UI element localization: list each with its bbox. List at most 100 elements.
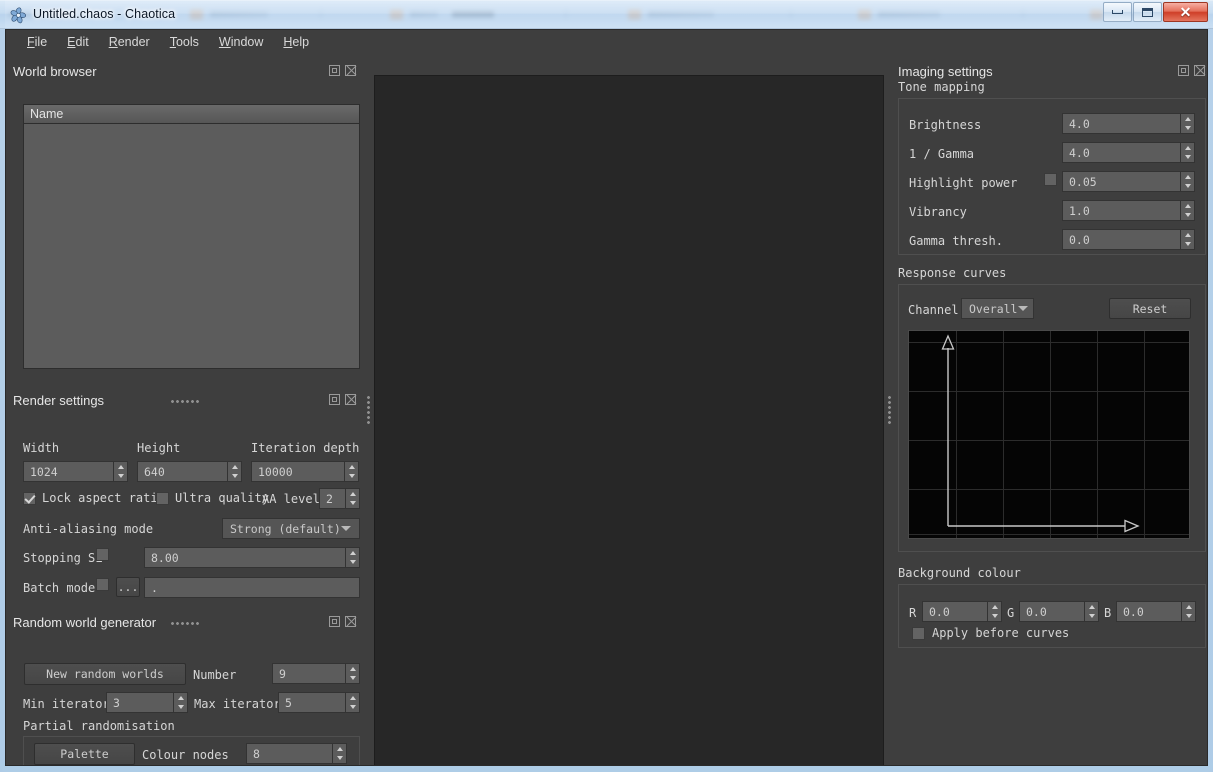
max-iterators-spin-down[interactable] bbox=[346, 703, 359, 713]
colour-nodes-stepper[interactable]: 8 bbox=[246, 743, 347, 764]
colour-nodes-spin-down[interactable] bbox=[333, 754, 346, 764]
number-input[interactable]: 9 bbox=[272, 663, 345, 684]
imaging-settings-close-button[interactable] bbox=[1193, 64, 1206, 77]
brightness-spin-down[interactable] bbox=[1181, 124, 1194, 134]
apply-before-curves-checkbox[interactable]: Apply before curves bbox=[912, 626, 1069, 640]
inv-gamma-spin-buttons[interactable] bbox=[1180, 142, 1195, 163]
render-settings-close-button[interactable] bbox=[344, 393, 357, 406]
palette-button[interactable]: Palette bbox=[34, 743, 135, 765]
width-stepper[interactable]: 1024 bbox=[23, 461, 128, 482]
highlight-power-spin-buttons[interactable] bbox=[1180, 171, 1195, 192]
number-stepper[interactable]: 9 bbox=[272, 663, 360, 684]
bg-b-input[interactable]: 0.0 bbox=[1116, 601, 1181, 622]
iteration-depth-spin-buttons[interactable] bbox=[344, 461, 359, 482]
max-iterators-spin-up[interactable] bbox=[346, 693, 359, 703]
menu-file[interactable]: File bbox=[17, 33, 57, 51]
minimize-button[interactable] bbox=[1103, 2, 1132, 22]
checkbox-icon[interactable] bbox=[912, 627, 925, 640]
stopping-sl-spin-down[interactable] bbox=[346, 558, 359, 568]
aa-level-stepper[interactable]: 2 bbox=[319, 488, 360, 509]
new-random-worlds-button[interactable]: New random worlds bbox=[24, 663, 186, 685]
ultra-quality-checkbox[interactable]: Ultra quality bbox=[156, 491, 269, 505]
min-iterators-spin-up[interactable] bbox=[174, 693, 187, 703]
bg-g-stepper[interactable]: 0.0 bbox=[1019, 601, 1099, 622]
width-input[interactable]: 1024 bbox=[23, 461, 113, 482]
reset-curves-button[interactable]: Reset bbox=[1109, 298, 1191, 319]
min-iterators-input[interactable]: 3 bbox=[106, 692, 173, 713]
colour-nodes-spin-buttons[interactable] bbox=[332, 743, 347, 764]
colour-nodes-spin-up[interactable] bbox=[333, 744, 346, 754]
render-settings-float-button[interactable] bbox=[328, 393, 341, 406]
highlight-power-spin-down[interactable] bbox=[1181, 182, 1194, 192]
max-iterators-stepper[interactable]: 5 bbox=[278, 692, 360, 713]
aa-level-spin-down[interactable] bbox=[346, 499, 359, 509]
gamma-thresh-stepper[interactable]: 0.0 bbox=[1062, 229, 1195, 250]
inv-gamma-spin-down[interactable] bbox=[1181, 153, 1194, 163]
menu-edit[interactable]: Edit bbox=[57, 33, 99, 51]
render-viewport[interactable] bbox=[374, 75, 884, 766]
world-browser-close-button[interactable] bbox=[344, 64, 357, 77]
vibrancy-input[interactable]: 1.0 bbox=[1062, 200, 1180, 221]
lock-aspect-ratio-checkbox[interactable]: Lock aspect ratio bbox=[23, 491, 165, 505]
max-iterators-spin-buttons[interactable] bbox=[345, 692, 360, 713]
batch-path-input[interactable]: . bbox=[144, 577, 360, 598]
colour-nodes-input[interactable]: 8 bbox=[246, 743, 332, 764]
title-bar[interactable]: Untitled.chaos - Chaotica ✕ bbox=[0, 0, 1213, 29]
stopping-sl-spin-buttons[interactable] bbox=[345, 547, 360, 568]
inv-gamma-input[interactable]: 4.0 bbox=[1062, 142, 1180, 163]
bg-r-stepper[interactable]: 0.0 bbox=[922, 601, 1002, 622]
random-world-float-button[interactable] bbox=[328, 615, 341, 628]
stopping-sl-checkbox[interactable] bbox=[96, 548, 109, 561]
highlight-power-checkbox[interactable] bbox=[1044, 173, 1057, 186]
height-input[interactable]: 640 bbox=[137, 461, 227, 482]
iteration-depth-spin-up[interactable] bbox=[345, 462, 358, 472]
brightness-input[interactable]: 4.0 bbox=[1062, 113, 1180, 134]
bg-g-spin-down[interactable] bbox=[1085, 612, 1098, 622]
max-iterators-input[interactable]: 5 bbox=[278, 692, 345, 713]
bg-g-spin-up[interactable] bbox=[1085, 602, 1098, 612]
number-spin-up[interactable] bbox=[346, 664, 359, 674]
vibrancy-stepper[interactable]: 1.0 bbox=[1062, 200, 1195, 221]
world-browser-float-button[interactable] bbox=[328, 64, 341, 77]
iteration-depth-spin-down[interactable] bbox=[345, 472, 358, 482]
stopping-sl-stepper[interactable]: 8.00 bbox=[144, 547, 360, 568]
bg-g-input[interactable]: 0.0 bbox=[1019, 601, 1084, 622]
width-spin-up[interactable] bbox=[114, 462, 127, 472]
world-browser-list[interactable]: Name bbox=[23, 104, 360, 369]
min-iterators-spin-buttons[interactable] bbox=[173, 692, 188, 713]
menu-help[interactable]: Help bbox=[273, 33, 319, 51]
height-spin-down[interactable] bbox=[228, 472, 241, 482]
aa-level-input[interactable]: 2 bbox=[319, 488, 345, 509]
bg-b-spin-up[interactable] bbox=[1182, 602, 1195, 612]
min-iterators-stepper[interactable]: 3 bbox=[106, 692, 188, 713]
bg-r-spin-up[interactable] bbox=[988, 602, 1001, 612]
channel-select[interactable]: Overall bbox=[961, 298, 1034, 319]
height-spin-buttons[interactable] bbox=[227, 461, 242, 482]
bg-r-input[interactable]: 0.0 bbox=[922, 601, 987, 622]
brightness-stepper[interactable]: 4.0 bbox=[1062, 113, 1195, 134]
vibrancy-spin-buttons[interactable] bbox=[1180, 200, 1195, 221]
inv-gamma-stepper[interactable]: 4.0 bbox=[1062, 142, 1195, 163]
gamma-thresh-spin-buttons[interactable] bbox=[1180, 229, 1195, 250]
gamma-thresh-input[interactable]: 0.0 bbox=[1062, 229, 1180, 250]
iteration-depth-stepper[interactable]: 10000 bbox=[251, 461, 359, 482]
checkbox-icon[interactable] bbox=[156, 492, 169, 505]
batch-mode-checkbox[interactable] bbox=[96, 578, 109, 591]
bg-b-stepper[interactable]: 0.0 bbox=[1116, 601, 1196, 622]
menu-window[interactable]: Window bbox=[209, 33, 273, 51]
vibrancy-spin-down[interactable] bbox=[1181, 211, 1194, 221]
brightness-spin-up[interactable] bbox=[1181, 114, 1194, 124]
maximize-button[interactable] bbox=[1133, 2, 1162, 22]
menu-render[interactable]: Render bbox=[99, 33, 160, 51]
width-spin-down[interactable] bbox=[114, 472, 127, 482]
bg-b-spin-buttons[interactable] bbox=[1181, 601, 1196, 622]
gamma-thresh-spin-down[interactable] bbox=[1181, 240, 1194, 250]
anti-aliasing-mode-select[interactable]: Strong (default) bbox=[222, 518, 360, 539]
number-spin-down[interactable] bbox=[346, 674, 359, 684]
stopping-sl-input[interactable]: 8.00 bbox=[144, 547, 345, 568]
min-iterators-spin-down[interactable] bbox=[174, 703, 187, 713]
batch-browse-button[interactable]: ... bbox=[116, 577, 140, 597]
bg-g-spin-buttons[interactable] bbox=[1084, 601, 1099, 622]
response-curve-chart[interactable] bbox=[908, 330, 1190, 539]
checkbox-icon[interactable] bbox=[23, 492, 36, 505]
